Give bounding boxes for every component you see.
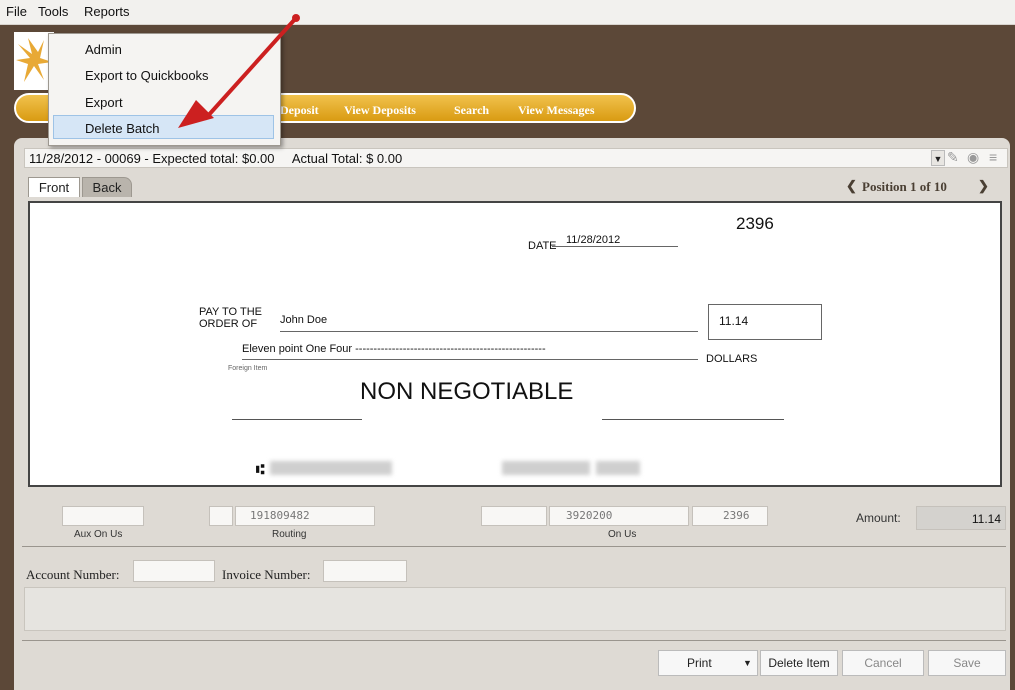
annotation-arrow-icon (178, 14, 300, 128)
